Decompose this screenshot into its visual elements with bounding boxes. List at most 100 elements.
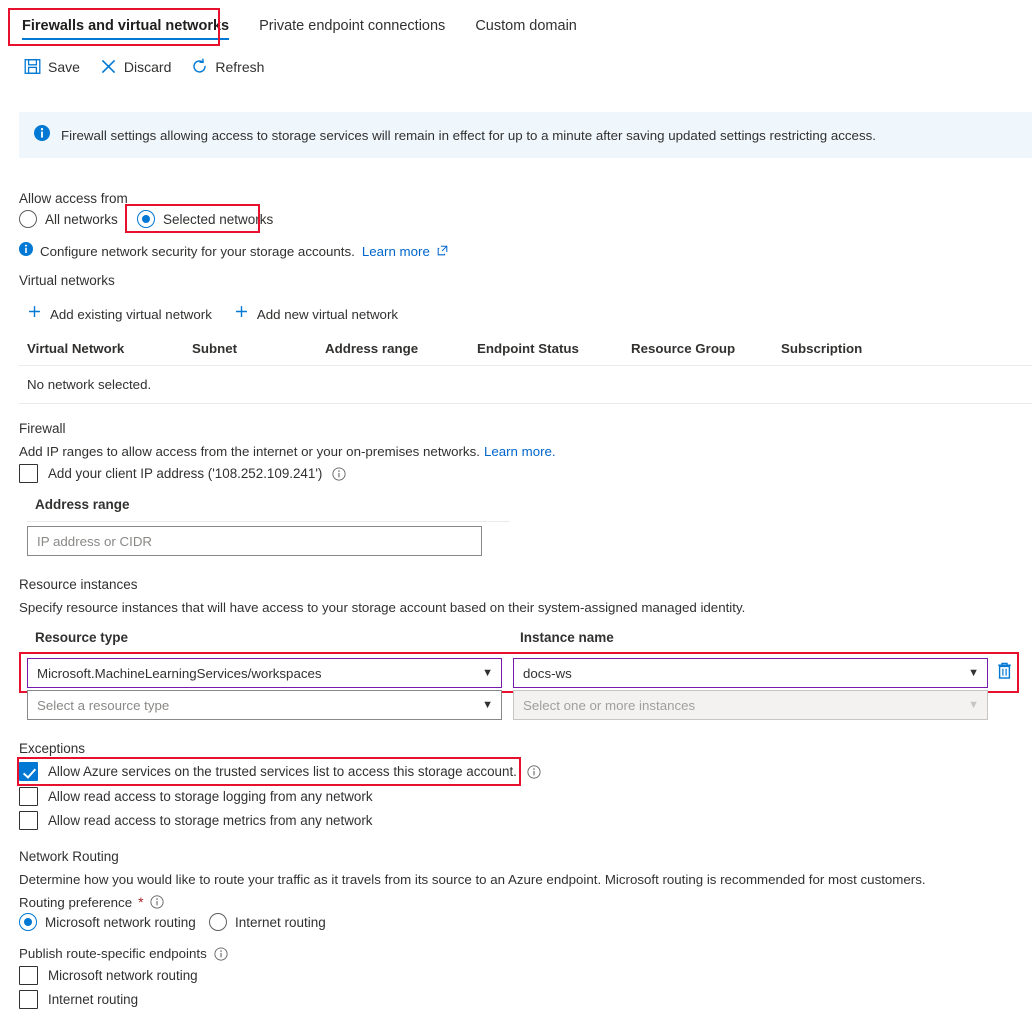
resource-type-dropdown-row-1[interactable]: Microsoft.MachineLearningServices/worksp… (27, 658, 502, 688)
resource-type-value-row-1: Microsoft.MachineLearningServices/worksp… (37, 665, 322, 681)
delete-resource-instance-row-1[interactable] (996, 661, 1013, 685)
exception-storage-metrics-label: Allow read access to storage metrics fro… (48, 813, 373, 828)
exception-storage-logging-label: Allow read access to storage logging fro… (48, 789, 373, 804)
tab-firewalls-and-virtual-networks[interactable]: Firewalls and virtual networks (14, 0, 237, 44)
refresh-label: Refresh (215, 58, 265, 75)
instance-name-dropdown-row-2: Select one or more instances ▼ (513, 690, 988, 720)
address-range-label: Address range (35, 497, 130, 512)
virtual-networks-actions: Add existing virtual network Add new vir… (27, 304, 398, 324)
address-range-divider (27, 521, 510, 522)
radio-all-networks[interactable]: All networks (19, 210, 124, 228)
radio-circle-selected-icon (19, 913, 37, 931)
checkbox-checked-icon (19, 762, 38, 781)
column-header-virtual-network: Virtual Network (27, 341, 125, 356)
info-outline-icon[interactable] (150, 895, 164, 909)
resource-type-column-label: Resource type (35, 630, 129, 645)
firewall-label: Firewall (19, 421, 66, 436)
info-outline-icon[interactable] (527, 764, 541, 779)
tab-active-underline (22, 37, 230, 40)
publish-internet-routing-label: Internet routing (48, 992, 139, 1007)
network-routing-description: Determine how you would like to route yo… (19, 872, 926, 887)
radio-label: All networks (45, 211, 118, 227)
instance-name-column-label: Instance name (520, 630, 614, 645)
chevron-down-icon: ▼ (968, 698, 979, 711)
resource-type-dropdown-row-2[interactable]: Select a resource type ▼ (27, 690, 502, 720)
tab-private-endpoint-connections[interactable]: Private endpoint connections (251, 0, 453, 44)
radio-microsoft-network-routing[interactable]: Microsoft network routing (19, 913, 209, 931)
plus-icon (234, 304, 249, 324)
checkbox-icon (19, 787, 38, 806)
network-security-hint-text: Configure network security for your stor… (40, 244, 355, 259)
refresh-button[interactable]: Refresh (191, 58, 264, 75)
chevron-down-icon: ▼ (482, 666, 493, 679)
tab-label: Private endpoint connections (259, 18, 446, 34)
resource-instances-label: Resource instances (19, 577, 138, 592)
save-button[interactable]: Save (24, 58, 80, 75)
checkbox-icon (19, 990, 38, 1009)
tab-bar: Firewalls and virtual networks Private e… (0, 0, 1032, 50)
firewall-description: Add IP ranges to allow access from the i… (19, 444, 556, 459)
instance-name-placeholder-row-2: Select one or more instances (523, 697, 696, 713)
checkbox-icon (19, 966, 38, 985)
network-routing-label: Network Routing (19, 849, 119, 864)
resource-type-placeholder-row-2: Select a resource type (37, 697, 170, 713)
refresh-icon (191, 58, 208, 75)
firewalls-virtual-networks-page: Firewalls and virtual networks Private e… (0, 0, 1032, 1027)
save-icon (24, 58, 41, 75)
radio-internet-routing[interactable]: Internet routing (209, 913, 326, 931)
routing-preference-radio-group: Microsoft network routing Internet routi… (19, 913, 326, 931)
checkbox-icon (19, 811, 38, 830)
routing-preference-label: Routing preference (19, 894, 133, 910)
info-banner-text: Firewall settings allowing access to sto… (61, 127, 876, 143)
info-outline-icon[interactable] (214, 946, 228, 961)
radio-label: Selected networks (163, 211, 274, 227)
discard-label: Discard (123, 58, 172, 75)
exception-trusted-services-row[interactable]: Allow Azure services on the trusted serv… (19, 762, 541, 781)
add-client-ip-label: Add your client IP address ('108.252.109… (48, 466, 323, 481)
exception-trusted-services-label: Allow Azure services on the trusted serv… (48, 764, 517, 779)
learn-more-link[interactable]: Learn more (362, 244, 430, 259)
checkbox-icon (19, 464, 38, 483)
external-link-icon (437, 243, 448, 261)
close-icon (100, 58, 117, 75)
info-banner: Firewall settings allowing access to sto… (19, 112, 1032, 158)
virtual-networks-table: Virtual Network Subnet Address range End… (19, 335, 1032, 404)
info-icon (34, 124, 50, 146)
table-empty-row: No network selected. (19, 366, 1032, 404)
info-outline-icon[interactable] (332, 466, 346, 481)
column-header-resource-group: Resource Group (631, 341, 736, 356)
discard-button[interactable]: Discard (100, 58, 171, 75)
publish-internet-routing-row[interactable]: Internet routing (19, 990, 138, 1009)
tab-custom-domain[interactable]: Custom domain (467, 0, 585, 44)
add-existing-virtual-network-button[interactable]: Add existing virtual network (27, 304, 212, 324)
publish-endpoints-label: Publish route-specific endpoints (19, 946, 207, 961)
publish-microsoft-network-routing-label: Microsoft network routing (48, 968, 198, 983)
exception-storage-metrics-row[interactable]: Allow read access to storage metrics fro… (19, 811, 372, 830)
tab-label: Custom domain (475, 18, 577, 34)
instance-name-dropdown-row-1[interactable]: docs-ws ▼ (513, 658, 988, 688)
add-existing-virtual-network-label: Add existing virtual network (50, 306, 212, 322)
save-label: Save (48, 58, 80, 75)
add-new-virtual-network-label: Add new virtual network (256, 306, 399, 322)
radio-selected-networks[interactable]: Selected networks (137, 210, 273, 228)
virtual-networks-label: Virtual networks (19, 273, 115, 288)
address-range-placeholder: IP address or CIDR (37, 533, 153, 549)
radio-label: Internet routing (235, 914, 326, 930)
column-header-subnet: Subnet (192, 341, 238, 356)
radio-label: Microsoft network routing (45, 914, 196, 930)
add-new-virtual-network-button[interactable]: Add new virtual network (234, 304, 398, 324)
publish-microsoft-network-routing-row[interactable]: Microsoft network routing (19, 966, 198, 985)
address-range-input[interactable]: IP address or CIDR (27, 526, 482, 556)
publish-endpoints-label-row: Publish route-specific endpoints (19, 946, 228, 961)
add-client-ip-checkbox-row[interactable]: Add your client IP address ('108.252.109… (19, 464, 346, 483)
command-bar: Save Discard Refresh (24, 58, 264, 75)
instance-name-value-row-1: docs-ws (523, 665, 572, 681)
firewall-learn-more-link[interactable]: Learn more. (484, 444, 556, 459)
routing-preference-label-row: Routing preference * (19, 894, 164, 910)
network-security-hint: Configure network security for your stor… (19, 242, 448, 261)
column-header-endpoint-status: Endpoint Status (477, 341, 579, 356)
info-icon (19, 242, 33, 261)
exception-storage-logging-row[interactable]: Allow read access to storage logging fro… (19, 787, 373, 806)
radio-circle-icon (209, 913, 227, 931)
table-header-row: Virtual Network Subnet Address range End… (19, 335, 1032, 366)
